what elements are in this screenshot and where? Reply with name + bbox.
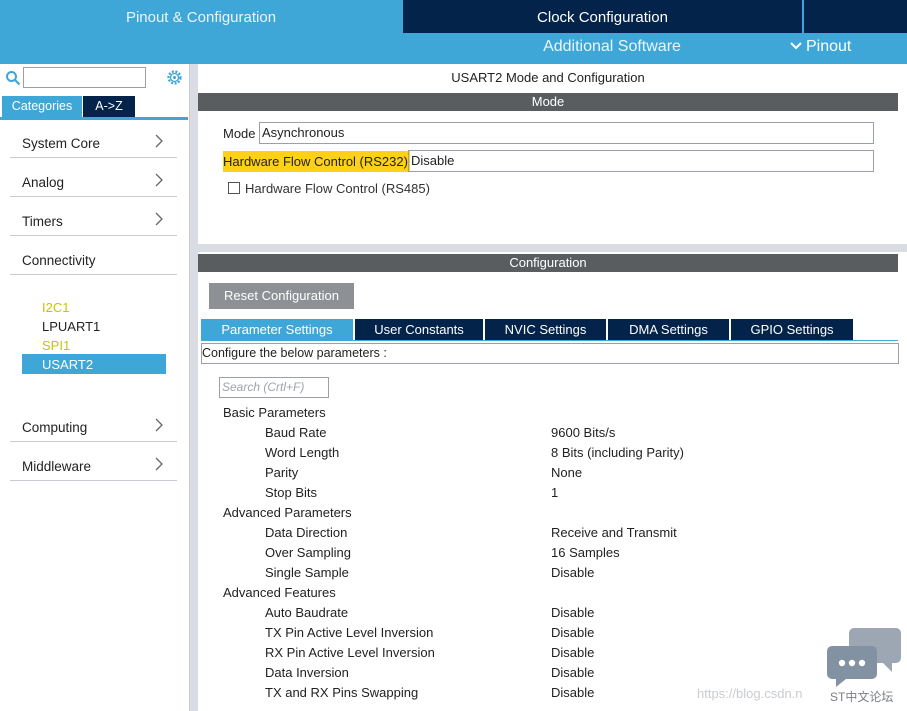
- tab-nvic-settings[interactable]: NVIC Settings: [485, 319, 606, 340]
- top-navigation: Pinout & Configuration Clock Configurati…: [0, 0, 907, 64]
- pinout-menu[interactable]: Pinout: [790, 38, 851, 56]
- param-value[interactable]: Disable: [551, 685, 594, 705]
- tab-clock-configuration[interactable]: Clock Configuration: [403, 0, 802, 33]
- param-value[interactable]: 16 Samples: [551, 545, 620, 565]
- peripheral-spi1[interactable]: SPI1: [42, 338, 70, 353]
- param-value[interactable]: Disable: [551, 645, 594, 665]
- tab-categories[interactable]: Categories: [2, 96, 82, 117]
- tab-underline: [201, 340, 898, 341]
- param-value[interactable]: Disable: [551, 605, 594, 625]
- tab-dma-settings[interactable]: DMA Settings: [608, 319, 729, 340]
- peripheral-usart2[interactable]: USART2: [42, 357, 93, 372]
- configure-instructions: Configure the below parameters :: [201, 343, 899, 364]
- peripheral-lpuart1[interactable]: LPUART1: [42, 319, 100, 334]
- param-name: Baud Rate: [265, 425, 327, 440]
- tab-parameter-settings[interactable]: Parameter Settings: [201, 319, 353, 340]
- category-label: System Core: [22, 136, 101, 151]
- param-name: Auto Baudrate: [265, 605, 349, 620]
- category-timers[interactable]: Timers: [10, 202, 177, 236]
- configuration-section-header: Configuration: [198, 254, 898, 272]
- chat-bubbles-icon: [827, 628, 901, 687]
- param-name: Data Inversion: [265, 665, 349, 680]
- chevron-right-icon: [155, 212, 163, 226]
- param-value[interactable]: 8 Bits (including Parity): [551, 445, 684, 465]
- reset-configuration-button[interactable]: Reset Configuration: [209, 283, 354, 309]
- category-middleware[interactable]: Middleware: [10, 447, 177, 481]
- group-advanced-parameters[interactable]: Advanced Parameters: [223, 505, 352, 525]
- param-value[interactable]: Disable: [551, 665, 594, 685]
- param-value[interactable]: Receive and Transmit: [551, 525, 677, 545]
- chevron-down-icon: [790, 42, 802, 50]
- gear-icon[interactable]: [165, 68, 184, 87]
- param-name: TX Pin Active Level Inversion: [265, 625, 434, 640]
- category-system-core[interactable]: System Core: [10, 124, 177, 158]
- category-label: Computing: [22, 420, 88, 435]
- mode-panel: USART2 Mode and Configuration Mode Mode …: [198, 64, 907, 244]
- chevron-right-icon: [155, 134, 163, 148]
- search-input[interactable]: [23, 67, 146, 88]
- param-name: Word Length: [265, 445, 340, 460]
- param-name: Data Direction: [265, 525, 348, 540]
- category-label: Analog: [22, 175, 65, 190]
- param-name: Over Sampling: [265, 545, 351, 560]
- mode-section-header: Mode: [198, 93, 898, 111]
- group-basic-parameters[interactable]: Basic Parameters: [223, 405, 326, 425]
- param-value[interactable]: 9600 Bits/s: [551, 425, 615, 445]
- panel-title: USART2 Mode and Configuration: [451, 70, 645, 85]
- tab-additional-software[interactable]: Additional Software: [532, 38, 692, 56]
- category-computing[interactable]: Computing: [10, 408, 177, 442]
- tab-user-constants[interactable]: User Constants: [355, 319, 483, 340]
- tab-underline: [0, 117, 188, 120]
- hwfc-rs485-checkbox[interactable]: [228, 182, 240, 194]
- left-sidebar: Categories A->Z System Core Analog Timer…: [0, 64, 190, 711]
- category-analog[interactable]: Analog: [10, 163, 177, 197]
- param-name: RX Pin Active Level Inversion: [265, 645, 435, 660]
- param-name: Single Sample: [265, 565, 349, 580]
- tab-pinout-configuration[interactable]: Pinout & Configuration: [0, 0, 402, 33]
- tab-a-z[interactable]: A->Z: [83, 96, 135, 117]
- param-name: TX and RX Pins Swapping: [265, 685, 419, 700]
- mode-select[interactable]: Asynchronous: [259, 122, 874, 144]
- category-connectivity[interactable]: Connectivity: [10, 241, 177, 275]
- param-value[interactable]: Disable: [551, 625, 594, 645]
- search-icon[interactable]: [5, 70, 21, 86]
- pinout-menu-label: Pinout: [806, 38, 852, 55]
- watermark-url: https://blog.csdn.n: [697, 686, 803, 701]
- peripheral-i2c1[interactable]: I2C1: [42, 300, 69, 315]
- hwfc-rs232-select[interactable]: Disable: [408, 150, 874, 172]
- category-label: Middleware: [22, 459, 92, 474]
- hwfc-rs232-label: Hardware Flow Control (RS232): [223, 151, 410, 172]
- param-value[interactable]: Disable: [551, 565, 594, 585]
- param-value[interactable]: None: [551, 465, 582, 485]
- mode-label: Mode: [223, 126, 256, 141]
- category-label: Timers: [22, 214, 63, 229]
- group-advanced-features[interactable]: Advanced Features: [223, 585, 336, 605]
- param-name: Stop Bits: [265, 485, 318, 500]
- watermark-brand: ST中文论坛: [830, 690, 894, 704]
- hwfc-rs485-label: Hardware Flow Control (RS485): [245, 181, 430, 196]
- chevron-right-icon: [155, 418, 163, 432]
- parameter-search-input[interactable]: Search (Crtl+F): [219, 377, 329, 398]
- tab-extra[interactable]: [804, 0, 907, 33]
- tab-gpio-settings[interactable]: GPIO Settings: [731, 319, 853, 340]
- param-name: Parity: [265, 465, 299, 480]
- configuration-panel: Configuration Reset Configuration Parame…: [198, 252, 907, 711]
- chevron-right-icon: [155, 173, 163, 187]
- category-label: Connectivity: [22, 253, 96, 268]
- param-value[interactable]: 1: [551, 485, 558, 505]
- chevron-right-icon: [155, 457, 163, 471]
